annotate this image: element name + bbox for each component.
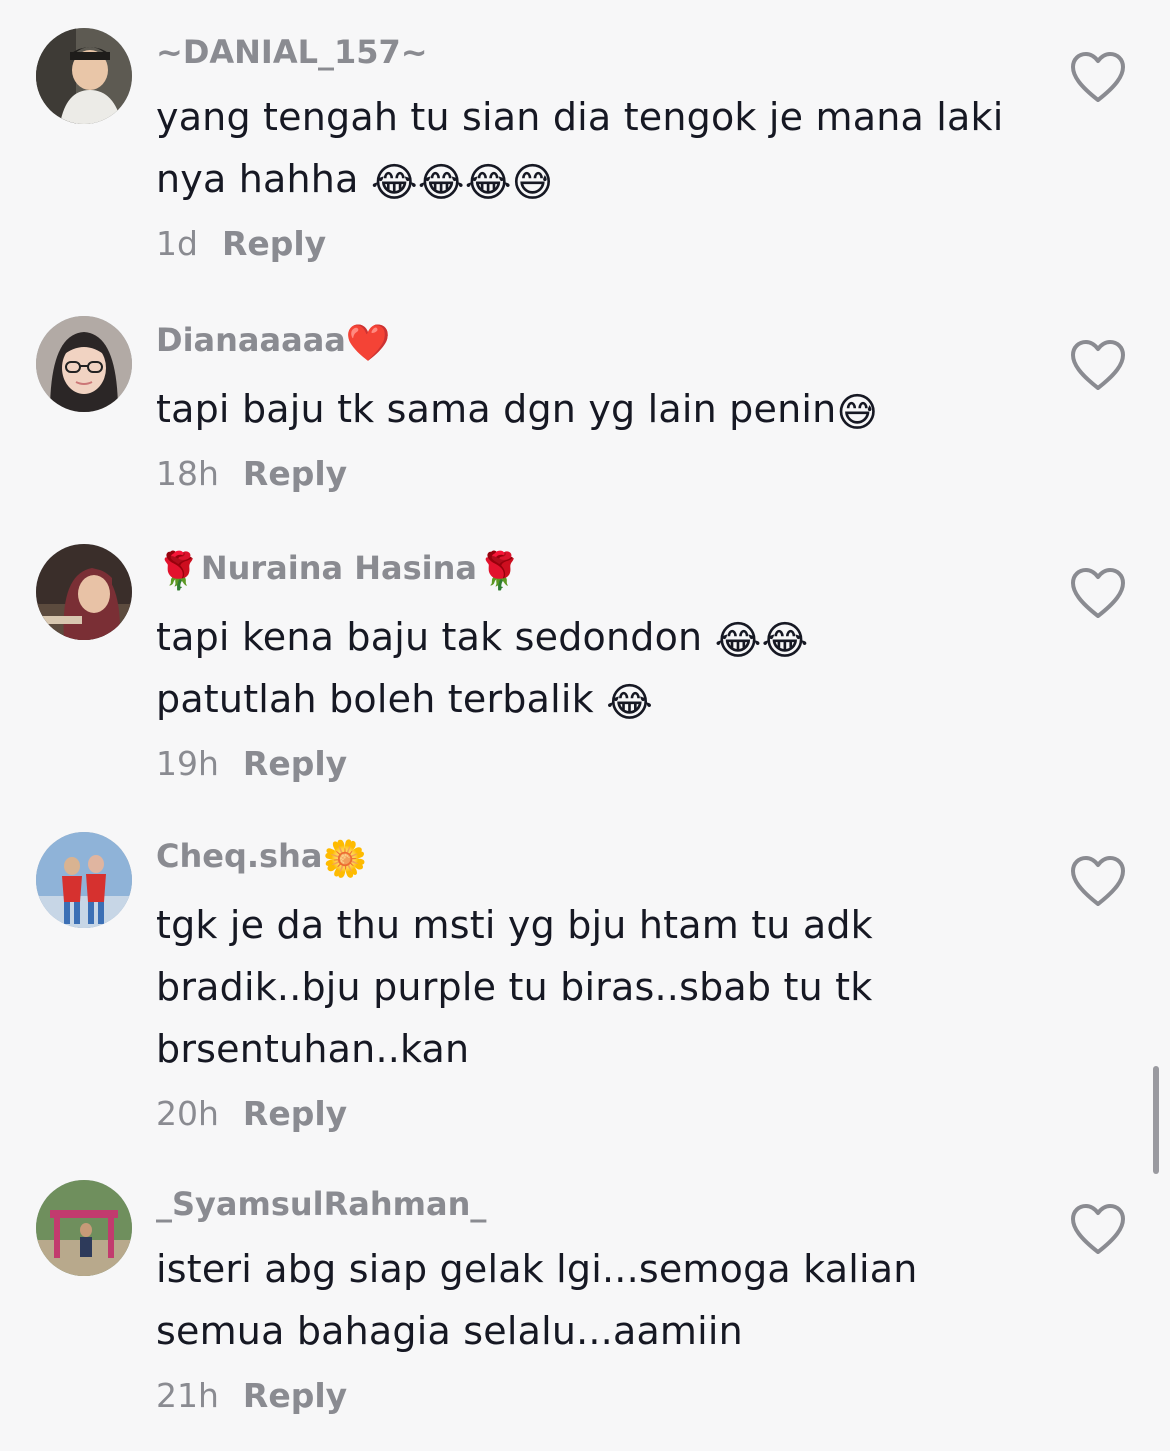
comment-text-content: yang tengah tu sian dia tengok je mana l… xyxy=(156,95,1004,201)
reply-button[interactable]: Reply xyxy=(243,1376,347,1415)
comment-text: isteri abg siap gelak lgi...semoga kalia… xyxy=(156,1247,918,1353)
red-heart-icon: ❤️ xyxy=(345,323,391,364)
scrollbar[interactable] xyxy=(1153,1066,1159,1174)
comment-text: tapi baju tk sama dgn yg lain penin😅 xyxy=(156,378,1036,440)
comment-time: 21h xyxy=(156,1376,219,1415)
comment-time: 1d xyxy=(156,224,198,263)
emoji-laughing-icon: 😂 xyxy=(606,680,654,726)
like-heart-icon[interactable] xyxy=(1070,340,1126,392)
like-heart-icon[interactable] xyxy=(1070,568,1126,620)
reply-button[interactable]: Reply xyxy=(243,454,347,493)
avatar[interactable] xyxy=(36,544,132,640)
comment-username-text: Nuraina Hasina xyxy=(200,549,478,587)
reply-button[interactable]: Reply xyxy=(222,224,326,263)
like-heart-icon[interactable] xyxy=(1070,52,1126,104)
comment-text-line: tapi kena baju tak sedondon xyxy=(156,615,703,659)
emoji-laughing-icon: 😂😂 xyxy=(714,618,809,664)
comment-text: tapi kena baju tak sedondon 😂😂 patutlah b… xyxy=(156,606,1036,730)
comment-time: 20h xyxy=(156,1094,219,1133)
comment-text-line: patutlah boleh terbalik xyxy=(156,677,594,721)
comment-username-text: Cheq.sha xyxy=(156,837,323,875)
comment-username[interactable]: Dianaaaaa❤️ xyxy=(156,318,1036,366)
reply-button[interactable]: Reply xyxy=(243,1094,347,1133)
rose-icon: 🌹 xyxy=(156,551,201,592)
comment-text: tgk je da thu msti yg bju htam tu adk br… xyxy=(156,903,873,1071)
comment-meta: 21h Reply xyxy=(156,1374,1036,1418)
avatar[interactable] xyxy=(36,316,132,412)
avatar[interactable] xyxy=(36,28,132,124)
avatar[interactable] xyxy=(36,832,132,928)
comment-username[interactable]: 🌹Nuraina Hasina🌹 xyxy=(156,546,1036,594)
comment-username[interactable]: Cheq.sha🌼 xyxy=(156,834,1036,882)
blossom-icon: 🌼 xyxy=(322,839,368,880)
rose-icon: 🌹 xyxy=(477,551,522,592)
comment-meta: 19h Reply xyxy=(156,742,1036,786)
avatar[interactable] xyxy=(36,1180,132,1276)
comment-username[interactable]: ~DANIAL_157~ xyxy=(156,30,1036,74)
comment-text: yang tengah tu sian dia tengok je mana l… xyxy=(156,86,1036,210)
comment-username-text: Dianaaaaa xyxy=(156,321,346,359)
reply-button[interactable]: Reply xyxy=(243,744,347,783)
comment-meta: 20h Reply xyxy=(156,1092,1036,1136)
comment-time: 18h xyxy=(156,454,219,493)
comment-time: 19h xyxy=(156,744,219,783)
emoji-laughing-icon: 😂😂😂😅 xyxy=(370,160,554,206)
comment-meta: 18h Reply xyxy=(156,452,1036,496)
like-heart-icon[interactable] xyxy=(1070,1204,1126,1256)
comment-meta: 1d Reply xyxy=(156,222,1036,266)
like-heart-icon[interactable] xyxy=(1070,856,1126,908)
emoji-sweat-smile-icon: 😅 xyxy=(836,390,879,436)
comment-username[interactable]: _SyamsulRahman_ xyxy=(156,1182,1036,1226)
comment-text-content: tapi baju tk sama dgn yg lain penin xyxy=(156,387,837,431)
